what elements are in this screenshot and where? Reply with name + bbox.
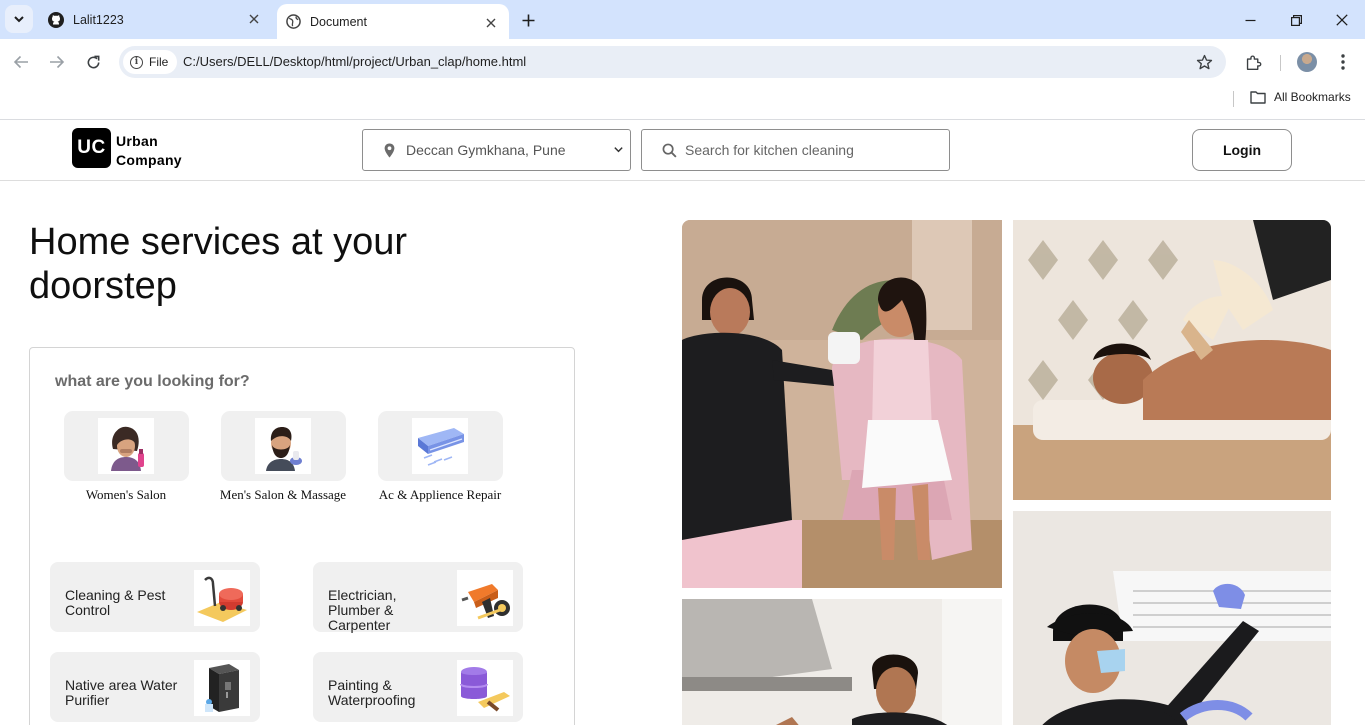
category-tile[interactable] — [220, 411, 346, 481]
chevron-down-icon — [14, 16, 24, 23]
category-label: Ac & Applience Repair — [378, 487, 502, 502]
profile-avatar[interactable] — [1297, 52, 1317, 72]
arrow-right-icon — [50, 55, 65, 69]
close-window-button[interactable] — [1332, 10, 1352, 30]
hero-photo-ac-repair — [1013, 511, 1331, 725]
close-tab-icon[interactable] — [246, 11, 262, 27]
url-text[interactable]: C:/Users/DELL/Desktop/html/project/Urban… — [183, 54, 526, 69]
category-water-purifier[interactable]: Native area Water Purifier — [50, 652, 260, 722]
reload-button[interactable] — [83, 52, 103, 72]
login-button[interactable]: Login — [1192, 129, 1292, 171]
logo-line-2: Company — [116, 152, 182, 168]
service-picker-card: what are you looking for? Women's Salon — [29, 347, 575, 725]
category-label: Men's Salon & Massage — [219, 487, 347, 502]
minimize-icon — [1245, 19, 1255, 21]
close-tab-icon[interactable] — [483, 15, 499, 31]
forward-button[interactable] — [47, 52, 67, 72]
drill-icon — [457, 570, 513, 626]
site-info-chip[interactable]: i File — [123, 50, 178, 74]
reload-icon — [87, 55, 99, 68]
location-value: Deccan Gymkhana, Pune — [406, 142, 566, 158]
extensions-button[interactable] — [1243, 52, 1263, 72]
globe-icon — [285, 14, 301, 30]
category-label: Women's Salon — [85, 487, 167, 502]
chevron-down-icon — [614, 147, 623, 153]
back-button[interactable] — [11, 52, 31, 72]
logo-line-1: Urban — [116, 133, 158, 149]
browser-toolbar: i File C:/Users/DELL/Desktop/html/projec… — [0, 39, 1365, 85]
minimize-button[interactable] — [1240, 10, 1260, 30]
hero-photo-salon-service — [682, 220, 1002, 588]
hero-photo-kitchen-cleaning — [682, 599, 1002, 725]
tab-github[interactable]: Lalit1223 — [40, 0, 272, 39]
close-icon — [1336, 14, 1348, 26]
search-input[interactable] — [685, 142, 925, 158]
star-icon — [1196, 54, 1212, 69]
service-question: what are you looking for? — [55, 373, 250, 390]
logo-text[interactable]: Urban Company — [116, 132, 182, 170]
info-icon: i — [130, 55, 143, 69]
paint-roller-icon — [457, 660, 513, 716]
category-ac-repair[interactable]: Ac & Applience Repair — [360, 411, 520, 503]
all-bookmarks-label: All Bookmarks — [1274, 90, 1351, 104]
search-icon — [662, 143, 677, 158]
category-label: Cleaning & Pest Control — [65, 587, 166, 618]
toolbar-divider — [1280, 55, 1281, 71]
tab-title: Document — [310, 14, 367, 29]
browser-menu-button[interactable] — [1333, 52, 1353, 72]
github-icon — [48, 11, 64, 28]
hero-photo-massage — [1013, 220, 1331, 500]
new-tab-button[interactable] — [518, 10, 538, 30]
location-pin-icon — [384, 142, 395, 158]
category-label: Native area Water Purifier — [65, 677, 178, 708]
search-box[interactable] — [641, 129, 950, 171]
category-label: Electrician, Plumber & Carpenter — [328, 587, 397, 633]
category-women-salon[interactable]: Women's Salon — [46, 411, 206, 503]
category-men-salon[interactable]: Men's Salon & Massage — [203, 411, 363, 503]
women-salon-icon — [98, 418, 154, 474]
folder-icon — [1250, 91, 1266, 104]
puzzle-icon — [1246, 55, 1261, 70]
hero-title: Home services at your doorstep — [29, 221, 408, 307]
more-vertical-icon — [1341, 54, 1345, 70]
address-bar[interactable]: i File C:/Users/DELL/Desktop/html/projec… — [119, 46, 1226, 78]
category-label: Painting & Waterproofing — [328, 677, 416, 708]
arrow-left-icon — [13, 55, 28, 69]
logo-mark[interactable]: UC — [72, 128, 111, 168]
site-info-label: File — [149, 55, 169, 69]
tab-search-button[interactable] — [5, 5, 33, 33]
category-cleaning-pest[interactable]: Cleaning & Pest Control — [50, 562, 260, 632]
men-salon-icon — [255, 418, 311, 474]
water-purifier-icon — [194, 660, 250, 716]
bookmarks-bar: All Bookmarks — [0, 85, 1365, 120]
bookmark-star-button[interactable] — [1194, 52, 1214, 72]
plus-icon — [522, 14, 534, 26]
restore-icon — [1290, 14, 1302, 26]
tab-document[interactable]: Document — [277, 4, 509, 39]
bookmarks-divider — [1233, 91, 1234, 107]
site-header: UC Urban Company Deccan Gymkhana, Pune L… — [0, 120, 1365, 181]
category-tile[interactable] — [377, 411, 503, 481]
ac-repair-icon — [412, 418, 468, 474]
all-bookmarks-button[interactable]: All Bookmarks — [1250, 90, 1351, 104]
vacuum-cleaner-icon — [194, 570, 250, 626]
tab-title: Lalit1223 — [73, 12, 124, 27]
restore-button[interactable] — [1286, 10, 1306, 30]
category-tile[interactable] — [63, 411, 189, 481]
category-painting-waterproofing[interactable]: Painting & Waterproofing — [313, 652, 523, 722]
browser-tab-bar: Lalit1223 Document — [0, 0, 1365, 39]
location-select[interactable]: Deccan Gymkhana, Pune — [362, 129, 631, 171]
category-electrician-plumber[interactable]: Electrician, Plumber & Carpenter — [313, 562, 523, 633]
